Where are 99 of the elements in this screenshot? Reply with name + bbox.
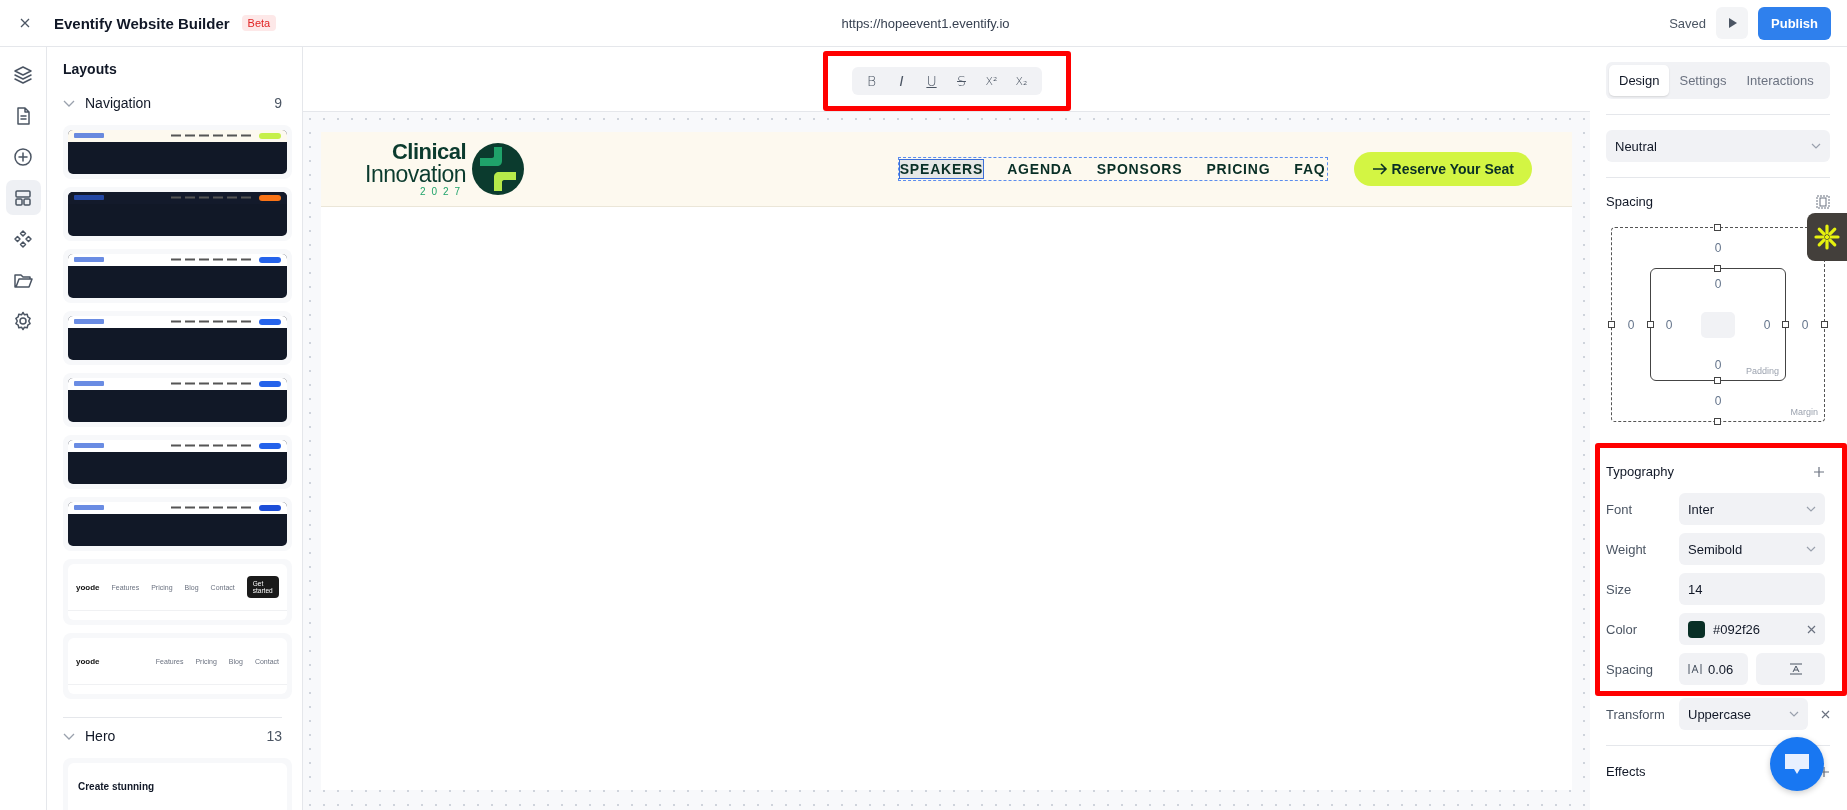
layout-thumbnail[interactable] (63, 373, 292, 427)
nav-link[interactable]: FAQ (1293, 159, 1327, 179)
reserve-button[interactable]: Reserve Your Seat (1353, 152, 1532, 186)
chevron-down-icon (1806, 546, 1816, 552)
resize-handle[interactable] (1647, 320, 1654, 328)
format-button[interactable]: S (949, 70, 974, 92)
logo-text: Innovation (365, 163, 467, 186)
field-label: Font (1606, 501, 1633, 517)
chevron-down-icon (1811, 143, 1821, 149)
asterisk-icon (1814, 224, 1840, 250)
settings-icon (13, 310, 33, 331)
thumbnail-heading: Create stunning (78, 781, 155, 792)
play-icon (1727, 18, 1737, 28)
add-icon[interactable] (1813, 465, 1825, 478)
field-label: Size (1606, 581, 1633, 597)
nav-link[interactable]: SPEAKERS (898, 159, 985, 179)
chevron-down-icon (1789, 711, 1799, 717)
section-title: Effects (1606, 764, 1646, 779)
app-title: Eventify Website Builder (54, 14, 230, 32)
preset-dropdown[interactable]: Neutral (1606, 130, 1830, 162)
panel-title: Layouts (63, 60, 118, 79)
resize-handle[interactable] (1714, 224, 1721, 231)
field-label: Spacing (1606, 661, 1654, 677)
preview-button[interactable] (1716, 7, 1749, 39)
section-header[interactable]: Navigation 9 (63, 95, 282, 111)
letter-spacing-icon (1688, 663, 1702, 675)
padding-label: Padding (1745, 366, 1779, 376)
sidebar-tab[interactable] (5, 180, 41, 215)
layers-icon (13, 64, 33, 85)
spacing-toggle-icon[interactable] (1816, 194, 1830, 209)
layout-thumbnail[interactable] (63, 497, 292, 551)
margin-value[interactable]: 0 (1714, 394, 1722, 408)
resize-handle[interactable] (1782, 320, 1789, 328)
layout-thumbnail[interactable] (63, 249, 292, 303)
arrow-right-icon (1371, 162, 1388, 176)
font-dropdown[interactable]: Inter (1679, 493, 1825, 525)
nav-link[interactable]: PRICING (1205, 159, 1272, 179)
layout-thumbnail[interactable] (63, 187, 292, 241)
format-button[interactable]: U (919, 70, 944, 92)
margin-label: Margin (1790, 407, 1818, 417)
chat-button[interactable] (1770, 737, 1824, 791)
field-label: Color (1606, 621, 1639, 637)
layout-thumbnail[interactable] (63, 435, 292, 489)
beta-badge: Beta (241, 15, 277, 31)
letter-spacing-field[interactable]: 0.06 (1679, 653, 1748, 685)
layout-icon (13, 187, 33, 208)
padding-value[interactable]: 0 (1714, 277, 1722, 291)
add-icon (13, 146, 33, 167)
nav-link[interactable]: AGENDA (1006, 159, 1074, 179)
logo-year: 2027 (419, 187, 467, 197)
section-header[interactable]: Hero 13 (63, 728, 282, 744)
layout-thumbnail[interactable] (63, 125, 292, 179)
resize-handle[interactable] (1714, 377, 1721, 384)
panel-tab[interactable]: Interactions (1736, 65, 1824, 96)
assistant-button[interactable] (1807, 213, 1847, 261)
layout-thumbnail[interactable]: Create stunning (63, 758, 292, 810)
thumbnail-logo: yoode (76, 656, 100, 666)
publish-button[interactable]: Publish (1758, 6, 1831, 40)
close-icon (20, 18, 30, 28)
save-status: Saved (1669, 15, 1707, 31)
site-url: https://hopeevent1.eventify.io (841, 15, 1010, 31)
line-height-field[interactable] (1756, 653, 1825, 685)
panel-tab[interactable]: Design (1609, 65, 1670, 96)
padding-value[interactable]: 0 (1714, 358, 1722, 372)
format-button[interactable]: B (859, 70, 884, 92)
transform-dropdown[interactable]: Uppercase (1679, 698, 1808, 730)
resize-handle[interactable] (1608, 320, 1615, 328)
nav-link[interactable]: SPONSORS (1095, 159, 1184, 179)
chevron-down-icon (1806, 506, 1816, 512)
section-title: Spacing (1606, 194, 1653, 209)
color-value[interactable]: #092f26 (1713, 621, 1760, 637)
margin-value[interactable]: 0 (1801, 317, 1809, 332)
close-icon[interactable] (1807, 624, 1816, 634)
logo-mark-icon (472, 143, 525, 195)
padding-value[interactable]: 0 (1763, 317, 1771, 332)
section-title: Typography (1606, 464, 1674, 479)
logo-text: Clinical (391, 141, 467, 163)
weight-dropdown[interactable]: Semibold (1679, 533, 1825, 565)
padding-value[interactable]: 0 (1665, 317, 1673, 332)
chevron-down-icon (63, 732, 75, 740)
resize-handle[interactable] (1714, 418, 1721, 425)
resize-handle[interactable] (1714, 265, 1721, 272)
layout-thumbnail[interactable] (63, 311, 292, 365)
field-label: Weight (1606, 541, 1648, 557)
margin-value[interactable]: 0 (1714, 241, 1722, 255)
close-icon[interactable] (1821, 709, 1830, 719)
chevron-down-icon (63, 99, 75, 107)
line-height-icon (1789, 663, 1803, 675)
size-field[interactable]: 14 (1679, 573, 1825, 605)
components-icon (13, 228, 33, 249)
field-label: Transform (1606, 706, 1666, 722)
format-button[interactable]: X² (979, 70, 1004, 92)
format-button[interactable]: X₂ (1009, 70, 1034, 92)
format-button[interactable]: I (889, 70, 914, 92)
panel-tab[interactable]: Settings (1669, 65, 1737, 96)
thumbnail-logo: yoode (76, 582, 100, 592)
margin-value[interactable]: 0 (1627, 317, 1635, 332)
resize-handle[interactable] (1821, 320, 1828, 328)
color-swatch[interactable] (1688, 620, 1705, 638)
